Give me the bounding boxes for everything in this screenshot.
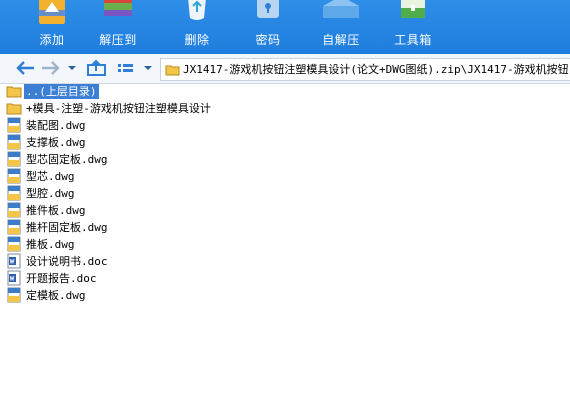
dwg-file-icon: [7, 134, 21, 150]
delete-button[interactable]: 删除: [167, 0, 227, 54]
list-item-parent-dir[interactable]: ..(上层目录): [6, 83, 99, 99]
dwg-file-icon: [7, 236, 21, 252]
doc-file-icon: [7, 253, 21, 269]
list-item[interactable]: 推杆固定板.dwg: [6, 219, 110, 235]
history-dropdown-icon[interactable]: [66, 59, 78, 77]
extract-to-label: 解压到: [99, 33, 137, 47]
self-extract-label: 自解压: [322, 33, 360, 47]
toolbar: 添加 解压到 删除 密码 自解压 工具箱: [0, 0, 570, 54]
file-list: ..(上层目录) +模具-注塑-游戏机按钮注塑模具设计 装配图.dwg 支撑板.…: [0, 83, 570, 417]
folder-up-icon: [6, 86, 22, 98]
dwg-file-icon: [7, 202, 21, 218]
extract-to-button[interactable]: 解压到: [88, 0, 148, 54]
password-icon: [257, 0, 279, 18]
list-item[interactable]: 设计说明书.doc: [6, 253, 110, 269]
add-archive-icon: [39, 0, 65, 24]
add-label: 添加: [39, 33, 65, 47]
toolbox-button[interactable]: 工具箱: [383, 0, 443, 54]
dwg-file-icon: [7, 185, 21, 201]
forward-arrow-icon[interactable]: [40, 59, 62, 77]
list-item[interactable]: 定模板.dwg: [6, 287, 88, 303]
doc-file-icon: [7, 270, 21, 286]
path-field[interactable]: JX1417-游戏机按钮注塑模具设计(论文+DWG图纸).zip\JX1417-…: [160, 58, 570, 81]
list-item[interactable]: 型芯.dwg: [6, 168, 77, 184]
list-item[interactable]: 推件板.dwg: [6, 202, 88, 218]
password-button[interactable]: 密码: [238, 0, 298, 54]
list-item[interactable]: 装配图.dwg: [6, 117, 88, 133]
list-item[interactable]: 推板.dwg: [6, 236, 77, 252]
add-button[interactable]: 添加: [22, 0, 82, 54]
view-dropdown-icon[interactable]: [142, 59, 154, 77]
toolbox-label: 工具箱: [394, 33, 432, 47]
dwg-file-icon: [7, 117, 21, 133]
address-bar: JX1417-游戏机按钮注塑模具设计(论文+DWG图纸).zip\JX1417-…: [0, 54, 570, 84]
password-label: 密码: [255, 33, 281, 47]
up-folder-icon[interactable]: [86, 59, 108, 77]
list-item[interactable]: 开题报告.doc: [6, 270, 99, 286]
dwg-file-icon: [7, 168, 21, 184]
self-extract-icon: [323, 0, 359, 18]
delete-icon: [188, 0, 206, 20]
self-extract-button[interactable]: 自解压: [311, 0, 371, 54]
view-mode-icon[interactable]: [116, 59, 136, 77]
dwg-file-icon: [7, 151, 21, 167]
list-item[interactable]: 支撑板.dwg: [6, 134, 88, 150]
path-text: JX1417-游戏机按钮注塑模具设计(论文+DWG图纸).zip\JX1417-…: [183, 63, 569, 76]
list-item[interactable]: +模具-注塑-游戏机按钮注塑模具设计: [6, 100, 213, 116]
folder-icon: [165, 65, 180, 76]
back-arrow-icon[interactable]: [14, 59, 36, 77]
dwg-file-icon: [7, 287, 21, 303]
list-item[interactable]: 型腔.dwg: [6, 185, 77, 201]
toolbox-icon: [401, 0, 425, 18]
folder-icon: [6, 103, 22, 115]
dwg-file-icon: [7, 219, 21, 235]
list-item[interactable]: 型芯固定板.dwg: [6, 151, 110, 167]
delete-label: 删除: [184, 33, 210, 47]
extract-to-icon: [104, 0, 132, 16]
